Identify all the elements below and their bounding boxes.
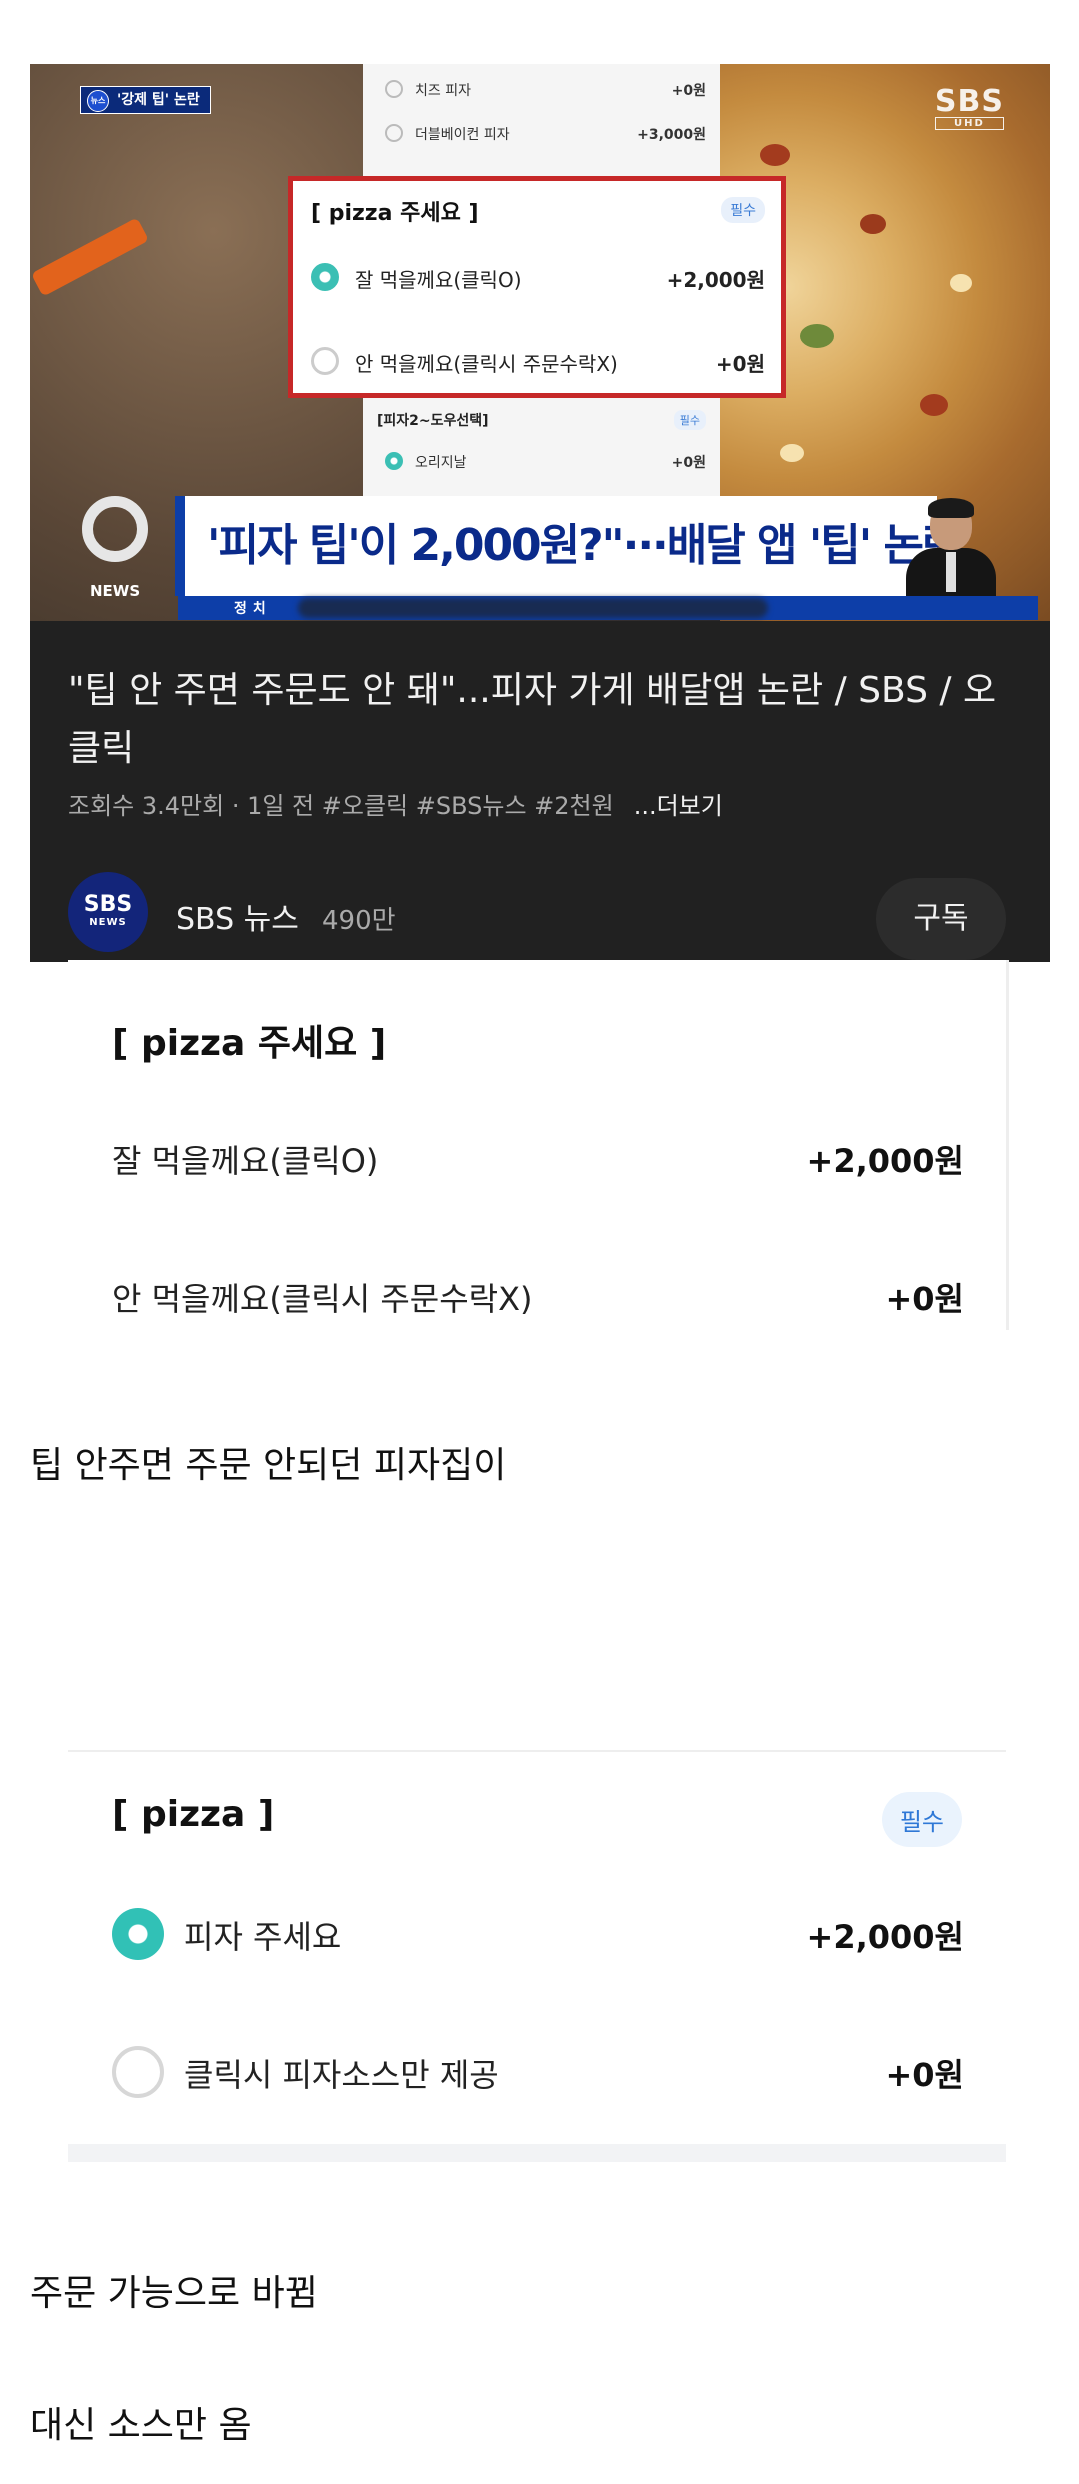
avatar-logo-text: SBS <box>83 892 133 917</box>
strip-section-title: [피자2~도우선택] <box>377 413 489 429</box>
radio-icon <box>311 347 339 375</box>
news-ring-icon <box>82 496 148 562</box>
option-row[interactable]: 피자 주세요 +2,000원 <box>112 1908 964 1962</box>
channel-name[interactable]: SBS 뉴스 <box>176 894 299 938</box>
topic-badge-label: '강제 팁' 논란 <box>117 92 200 108</box>
radio-icon[interactable] <box>112 2046 164 2098</box>
video-thumbnail[interactable]: 치즈 피자 +0원 더블베이컨 피자 +3,000원 [피자2~도우선택] 필수… <box>30 64 1050 621</box>
caption-text: 대신 소스만 옴 <box>30 2405 252 2446</box>
panel-divider <box>68 2144 1006 2162</box>
news-label: NEWS <box>90 582 141 600</box>
zoom-box-title: [ pizza 주세요 ] <box>311 201 479 226</box>
panel-title: [ pizza ] <box>112 1794 275 1835</box>
required-tag: 필수 <box>673 410 706 430</box>
zoom-option-label: 안 먹을께요(클릭시 주문수락X) <box>355 352 618 376</box>
option-row[interactable]: 잘 먹을께요(클릭O) +2,000원 <box>112 1136 964 1186</box>
strip-option-label: 오리지날 <box>415 455 467 471</box>
section-label: 정치 <box>234 601 272 617</box>
headline-caption: '피자 팁'이 2,000원?"···배달 앱 '팁' 논란 <box>175 496 963 596</box>
strip-option-amount: +0원 <box>671 83 706 99</box>
option-panel-after: [ pizza ] 필수 피자 주세요 +2,000원 클릭시 피자소스만 제공… <box>68 1750 1006 2162</box>
subscriber-count: 490만 <box>322 906 396 936</box>
option-amount: +0원 <box>885 1280 964 1318</box>
subscribe-button[interactable]: 구독 <box>876 878 1006 960</box>
option-label: 피자 주세요 <box>184 1918 342 1956</box>
sbs-logo-text: SBS <box>934 84 1004 119</box>
radio-icon <box>385 80 403 98</box>
option-panel-before: [ pizza 주세요 ] 잘 먹을께요(클릭O) +2,000원 안 먹을께요… <box>68 960 1009 1330</box>
caption-text: 주문 가능으로 바뀜 <box>30 2273 318 2314</box>
video-title[interactable]: "팁 안 주면 주문도 안 돼"...피자 가게 배달앱 논란 / SBS / … <box>68 662 1028 778</box>
strip-option-amount: +3,000원 <box>637 127 706 143</box>
sbs-logo: SBS UHD <box>934 84 1004 130</box>
zoom-option-amount: +2,000원 <box>666 268 765 292</box>
panel-title: [ pizza 주세요 ] <box>112 1023 387 1064</box>
option-amount: +0원 <box>885 2056 964 2094</box>
channel-avatar[interactable]: SBS NEWS <box>68 872 148 952</box>
subcaption-bar: 정치 <box>178 596 1038 620</box>
strip-option-row: 오리지날 +0원 <box>385 450 706 476</box>
option-row[interactable]: 클릭시 피자소스만 제공 +0원 <box>112 2046 964 2100</box>
radio-selected-icon[interactable] <box>112 1908 164 1960</box>
required-tag: 필수 <box>721 197 765 223</box>
radio-icon <box>385 124 403 142</box>
video-meta: 조회수 3.4만회 · 1일 전 #오클릭 #SBS뉴스 #2천원 ...더보기 <box>68 786 723 821</box>
option-label: 안 먹을께요(클릭시 주문수락X) <box>112 1280 533 1318</box>
video-meta-text: 조회수 3.4만회 · 1일 전 #오클릭 #SBS뉴스 #2천원 <box>68 792 614 820</box>
news-anchor-image <box>900 494 1000 610</box>
strip-option-label: 치즈 피자 <box>415 83 471 99</box>
badge-circle-icon: 뉴스 <box>87 90 109 112</box>
strip-option-amount: +0원 <box>671 455 706 471</box>
topic-badge: 뉴스 '강제 팁' 논란 <box>80 86 211 114</box>
zoom-option-label: 잘 먹을께요(클릭O) <box>355 268 522 292</box>
strip-option-label: 더블베이컨 피자 <box>415 127 510 143</box>
required-tag: 필수 <box>881 1792 962 1847</box>
radio-selected-icon <box>311 263 339 291</box>
strip-option-row: 더블베이컨 피자 +3,000원 <box>385 122 706 148</box>
strip-section-head: [피자2~도우선택] 필수 <box>377 410 706 434</box>
option-amount: +2,000원 <box>806 1142 964 1180</box>
option-label: 잘 먹을께요(클릭O) <box>112 1142 379 1180</box>
radio-selected-icon <box>385 452 403 470</box>
more-link[interactable]: ...더보기 <box>634 792 723 820</box>
redacted-text <box>298 598 768 618</box>
avatar-logo-subtext: NEWS <box>89 917 127 928</box>
option-label: 클릭시 피자소스만 제공 <box>184 2056 499 2094</box>
spatula-graphic <box>30 217 150 297</box>
zoom-option-amount: +0원 <box>715 352 765 376</box>
option-amount: +2,000원 <box>806 1918 964 1956</box>
highlighted-option-box: [ pizza 주세요 ] 필수 잘 먹을께요(클릭O) +2,000원 안 먹… <box>288 176 786 398</box>
caption-text: 팁 안주면 주문 안되던 피자집이 <box>30 1445 507 1486</box>
option-row[interactable]: 안 먹을께요(클릭시 주문수락X) +0원 <box>112 1274 964 1324</box>
video-card[interactable]: 치즈 피자 +0원 더블베이컨 피자 +3,000원 [피자2~도우선택] 필수… <box>30 64 1050 962</box>
strip-option-row: 치즈 피자 +0원 <box>385 78 706 104</box>
